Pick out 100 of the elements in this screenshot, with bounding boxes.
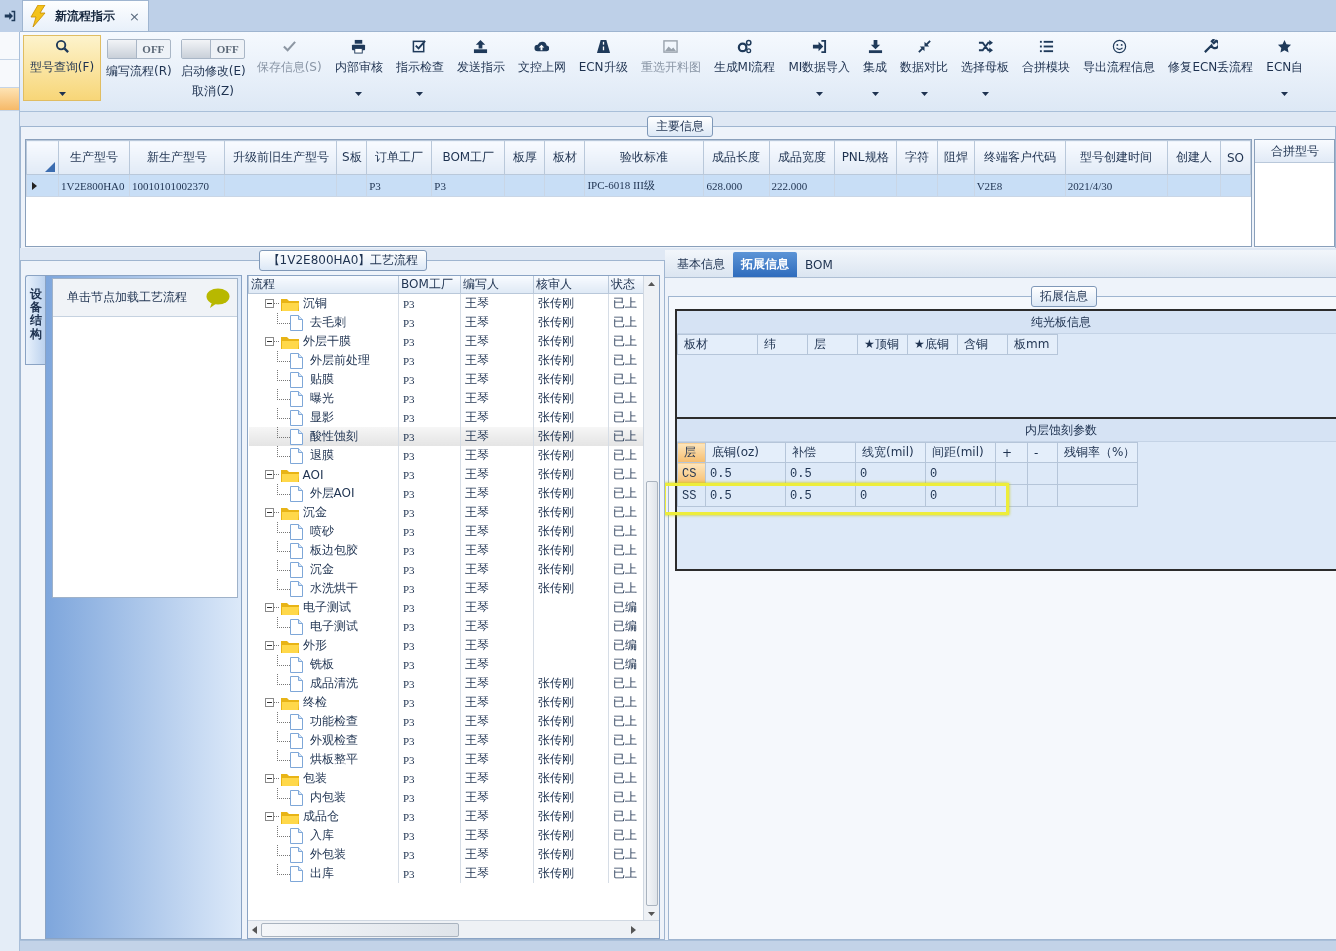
column-header[interactable]: 含铜 [957,334,1008,355]
column-header[interactable]: 间距(mil) [925,442,996,463]
row-header[interactable]: CS [677,462,706,485]
tab[interactable]: 拓展信息 [733,252,797,277]
column-header[interactable]: 阻焊 [937,140,975,175]
table-row[interactable]: 1V2E800HA0 10010101002370 P3 P3 IPC-6018 III级 628.000 222.000 V2E8 2021/4/30 [26,174,1251,197]
toolbar-button[interactable]: 导出流程信息 [1077,35,1162,101]
vertical-scrollbar[interactable] [643,276,659,920]
side-nav-item[interactable] [0,88,19,111]
close-icon[interactable]: × [129,8,140,24]
tree-node-label[interactable]: 成品仓 [302,808,339,825]
column-header[interactable]: 验收标准 [584,140,704,175]
toolbar-button[interactable]: 修复ECN丢流程 [1162,35,1260,101]
column-header[interactable]: 型号创建时间 [1065,140,1168,175]
toggle-switch[interactable]: OFF [106,39,171,59]
tree-node-label[interactable]: 沉铜 [302,295,327,312]
toolbar-button[interactable]: 型号查询(F) [23,35,101,101]
toolbar-button[interactable]: 选择母板 [955,35,1016,101]
column-header[interactable]: 底铜(oz) [705,442,786,463]
column-header[interactable]: 残铜率（%） [1057,442,1138,463]
tab[interactable]: 基本信息 [669,252,733,277]
column-header[interactable]: PNL规格 [834,140,897,175]
column-header[interactable]: 层 [677,442,706,463]
column-header[interactable]: 线宽(mil) [855,442,926,463]
tree-node-label[interactable]: 板边包胶 [309,542,358,559]
toolbar-button[interactable]: ECN自 [1260,35,1310,101]
toolbar-button[interactable]: 指示检查 [389,35,450,101]
tree-node-label[interactable]: 去毛刺 [309,314,346,331]
tree-node-label[interactable]: 外观检查 [309,732,358,749]
tab[interactable]: BOM [797,252,841,277]
column-header[interactable]: 升级前旧生产型号 [224,140,337,175]
column-header[interactable]: 层 [807,334,858,355]
column-header[interactable]: 创建人 [1167,140,1221,175]
vertical-tab[interactable]: 设备结构 [25,275,45,365]
toolbar-button[interactable]: 文控上网 [511,35,572,101]
document-tab[interactable]: 新流程指示 × [22,0,149,31]
column-header[interactable]: 状态 [608,276,643,294]
tree-node-label[interactable]: 电子测试 [309,618,358,635]
tree-node-label[interactable]: 入库 [309,827,334,844]
row-header[interactable]: SS [677,484,706,507]
column-header[interactable]: S板 [336,140,367,175]
tree-node-label[interactable]: 功能检查 [309,713,358,730]
column-header[interactable]: + [995,442,1028,463]
column-header[interactable]: 核审人 [533,276,609,294]
side-nav-item[interactable] [0,32,19,60]
horizontal-scrollbar[interactable] [248,920,659,938]
toolbar-button[interactable]: 数据对比 [894,35,955,101]
column-header[interactable]: 补偿 [785,442,856,463]
tree-node-label[interactable]: 内包装 [309,789,346,806]
tree-node-label[interactable]: 成品清洗 [309,675,358,692]
column-header[interactable]: 终端客户代码 [974,140,1066,175]
column-header[interactable]: 流程 [248,276,399,294]
side-nav-item[interactable] [0,60,19,88]
column-header[interactable]: 板厚 [504,140,545,175]
toolbar-button[interactable]: ECN升级 [572,35,634,101]
column-header[interactable]: ★底铜 [907,334,958,355]
toolbar-button[interactable]: 内部审核 [328,35,389,101]
toggle-switch[interactable]: OFF [181,39,246,59]
tree-node-label[interactable]: 沉金 [302,504,327,521]
column-header[interactable]: 生产型号 [58,140,130,175]
column-header[interactable]: 订单工厂 [366,140,432,175]
toolbar-button[interactable]: 生成MI流程 [707,35,782,101]
tree-node-label[interactable]: 包装 [302,770,327,787]
toolbar-button[interactable]: 发送指示 [450,35,511,101]
column-header[interactable]: 合拼型号 [1255,140,1334,163]
tree-node-label[interactable]: 外层干膜 [302,333,351,350]
column-header[interactable]: 纬 [757,334,808,355]
column-header[interactable]: ★顶铜 [857,334,908,355]
column-header[interactable]: 板材 [544,140,585,175]
column-header[interactable]: BOM工厂 [431,140,505,175]
column-header[interactable]: SO [1220,140,1251,175]
column-header[interactable]: 板mm [1007,334,1058,355]
tree-node-label[interactable]: 外形 [302,637,327,654]
column-header[interactable]: BOM工厂 [398,276,461,294]
tree-node-label[interactable]: 外包装 [309,846,346,863]
toolbar-button[interactable]: MI数据导入 [782,35,857,101]
column-header[interactable]: 字符 [896,140,938,175]
tree-row[interactable]: 酸性蚀刻 P3 王琴 张传刚 已上 [248,427,643,446]
tree-node-label[interactable]: 退膜 [309,447,334,464]
tree-node-label[interactable]: 铣板 [309,656,334,673]
tree-node-label[interactable]: AOI [302,467,324,482]
tree-node-label[interactable]: 终检 [302,694,327,711]
tree-node-label[interactable]: 显影 [309,409,334,426]
toolbar-button[interactable]: 合拼模块 [1016,35,1077,101]
tree-node-label[interactable]: 出库 [309,865,334,882]
column-header[interactable]: - [1027,442,1058,463]
column-header[interactable]: 成品宽度 [769,140,835,175]
tree-node-label[interactable]: 贴膜 [309,371,334,388]
column-header[interactable]: 新生产型号 [129,140,225,175]
toolbar-button[interactable]: 集成 [857,35,894,101]
column-header[interactable]: 成品长度 [703,140,769,175]
tree-node-label[interactable]: 电子测试 [302,599,351,616]
tree-node-label[interactable]: 曝光 [309,390,334,407]
tree-node-label[interactable]: 外层前处理 [309,352,370,369]
column-header[interactable]: 板材 [677,334,758,355]
tree-node-label[interactable]: 水洗烘干 [309,580,358,597]
tree-node-label[interactable]: 烘板整平 [309,751,358,768]
column-header[interactable]: 编写人 [460,276,534,294]
tree-node-label[interactable]: 沉金 [309,561,334,578]
tree-node-label[interactable]: 喷砂 [309,523,334,540]
